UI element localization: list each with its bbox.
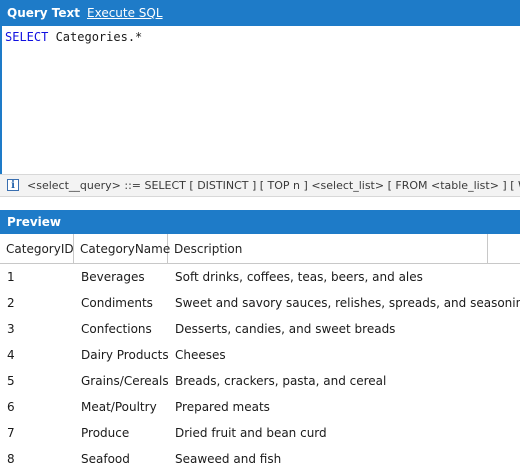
preview-title: Preview — [7, 215, 62, 229]
grid-header-row: CategoryID CategoryName Description — [0, 234, 520, 264]
table-row[interactable]: 5 Grains/Cereals Breads, crackers, pasta, … — [0, 368, 520, 394]
info-icon: i — [7, 179, 19, 191]
cell-categoryname: Confections — [81, 322, 152, 336]
cell-description: Desserts, candies, and sweet breads — [175, 322, 396, 336]
cell-categoryname: Seafood — [81, 452, 130, 466]
cell-categoryid: 4 — [7, 348, 15, 362]
cell-categoryname: Meat/Poultry — [81, 400, 157, 414]
cell-categoryid: 3 — [7, 322, 15, 336]
cell-description: Cheeses — [175, 348, 226, 362]
syntax-hint-bar: i <select__query> ::= SELECT [ DISTINCT … — [0, 174, 520, 197]
table-row[interactable]: 2 Condiments Sweet and savory sauces, reli… — [0, 290, 520, 316]
syntax-hint-text: <select__query> ::= SELECT [ DISTINCT ] … — [27, 179, 520, 192]
cell-description: Breads, crackers, pasta, and cereal — [175, 374, 387, 388]
cell-categoryid: 6 — [7, 400, 15, 414]
table-row[interactable]: 8 Seafood Seaweed and fish — [0, 446, 520, 472]
cell-description: Seaweed and fish — [175, 452, 282, 466]
table-row[interactable]: 1 Beverages Soft drinks, coffees, teas, be… — [0, 264, 520, 290]
tab-query-text[interactable]: Query Text — [7, 6, 80, 20]
cell-description: Prepared meats — [175, 400, 270, 414]
cell-description: Sweet and savory sauces, relishes, sprea… — [175, 296, 520, 310]
preview-grid: CategoryID CategoryName Description 1 Bev… — [0, 234, 520, 473]
query-toolbar: Query Text Execute SQL — [0, 0, 520, 26]
cell-categoryid: 2 — [7, 296, 15, 310]
sql-editor[interactable]: SELECT Categories.* — [0, 26, 518, 174]
cell-categoryid: 7 — [7, 426, 15, 440]
sql-keyword: SELECT — [5, 30, 49, 44]
table-row[interactable]: 4 Dairy Products Cheeses — [0, 342, 520, 368]
column-header-description[interactable]: Description — [168, 234, 488, 264]
cell-categoryname: Beverages — [81, 270, 145, 284]
cell-categoryid: 1 — [7, 270, 15, 284]
preview-header: Preview — [0, 210, 520, 234]
column-header-categoryid[interactable]: CategoryID — [0, 234, 74, 264]
sql-code[interactable]: SELECT Categories.* — [5, 30, 142, 44]
cell-categoryname: Dairy Products — [81, 348, 169, 362]
table-row[interactable]: 3 Confections Desserts, candies, and sweet… — [0, 316, 520, 342]
column-header-categoryname[interactable]: CategoryName — [74, 234, 170, 264]
cell-description: Soft drinks, coffees, teas, beers, and a… — [175, 270, 423, 284]
sql-text: Categories.* — [48, 30, 143, 44]
cell-categoryid: 8 — [7, 452, 15, 466]
cell-categoryid: 5 — [7, 374, 15, 388]
table-row[interactable]: 7 Produce Dried fruit and bean curd — [0, 420, 520, 446]
cell-categoryname: Grains/Cereals — [81, 374, 169, 388]
cell-categoryname: Produce — [81, 426, 130, 440]
execute-sql-link[interactable]: Execute SQL — [87, 6, 163, 20]
cell-categoryname: Condiments — [81, 296, 153, 310]
table-row[interactable]: 6 Meat/Poultry Prepared meats — [0, 394, 520, 420]
cell-description: Dried fruit and bean curd — [175, 426, 327, 440]
